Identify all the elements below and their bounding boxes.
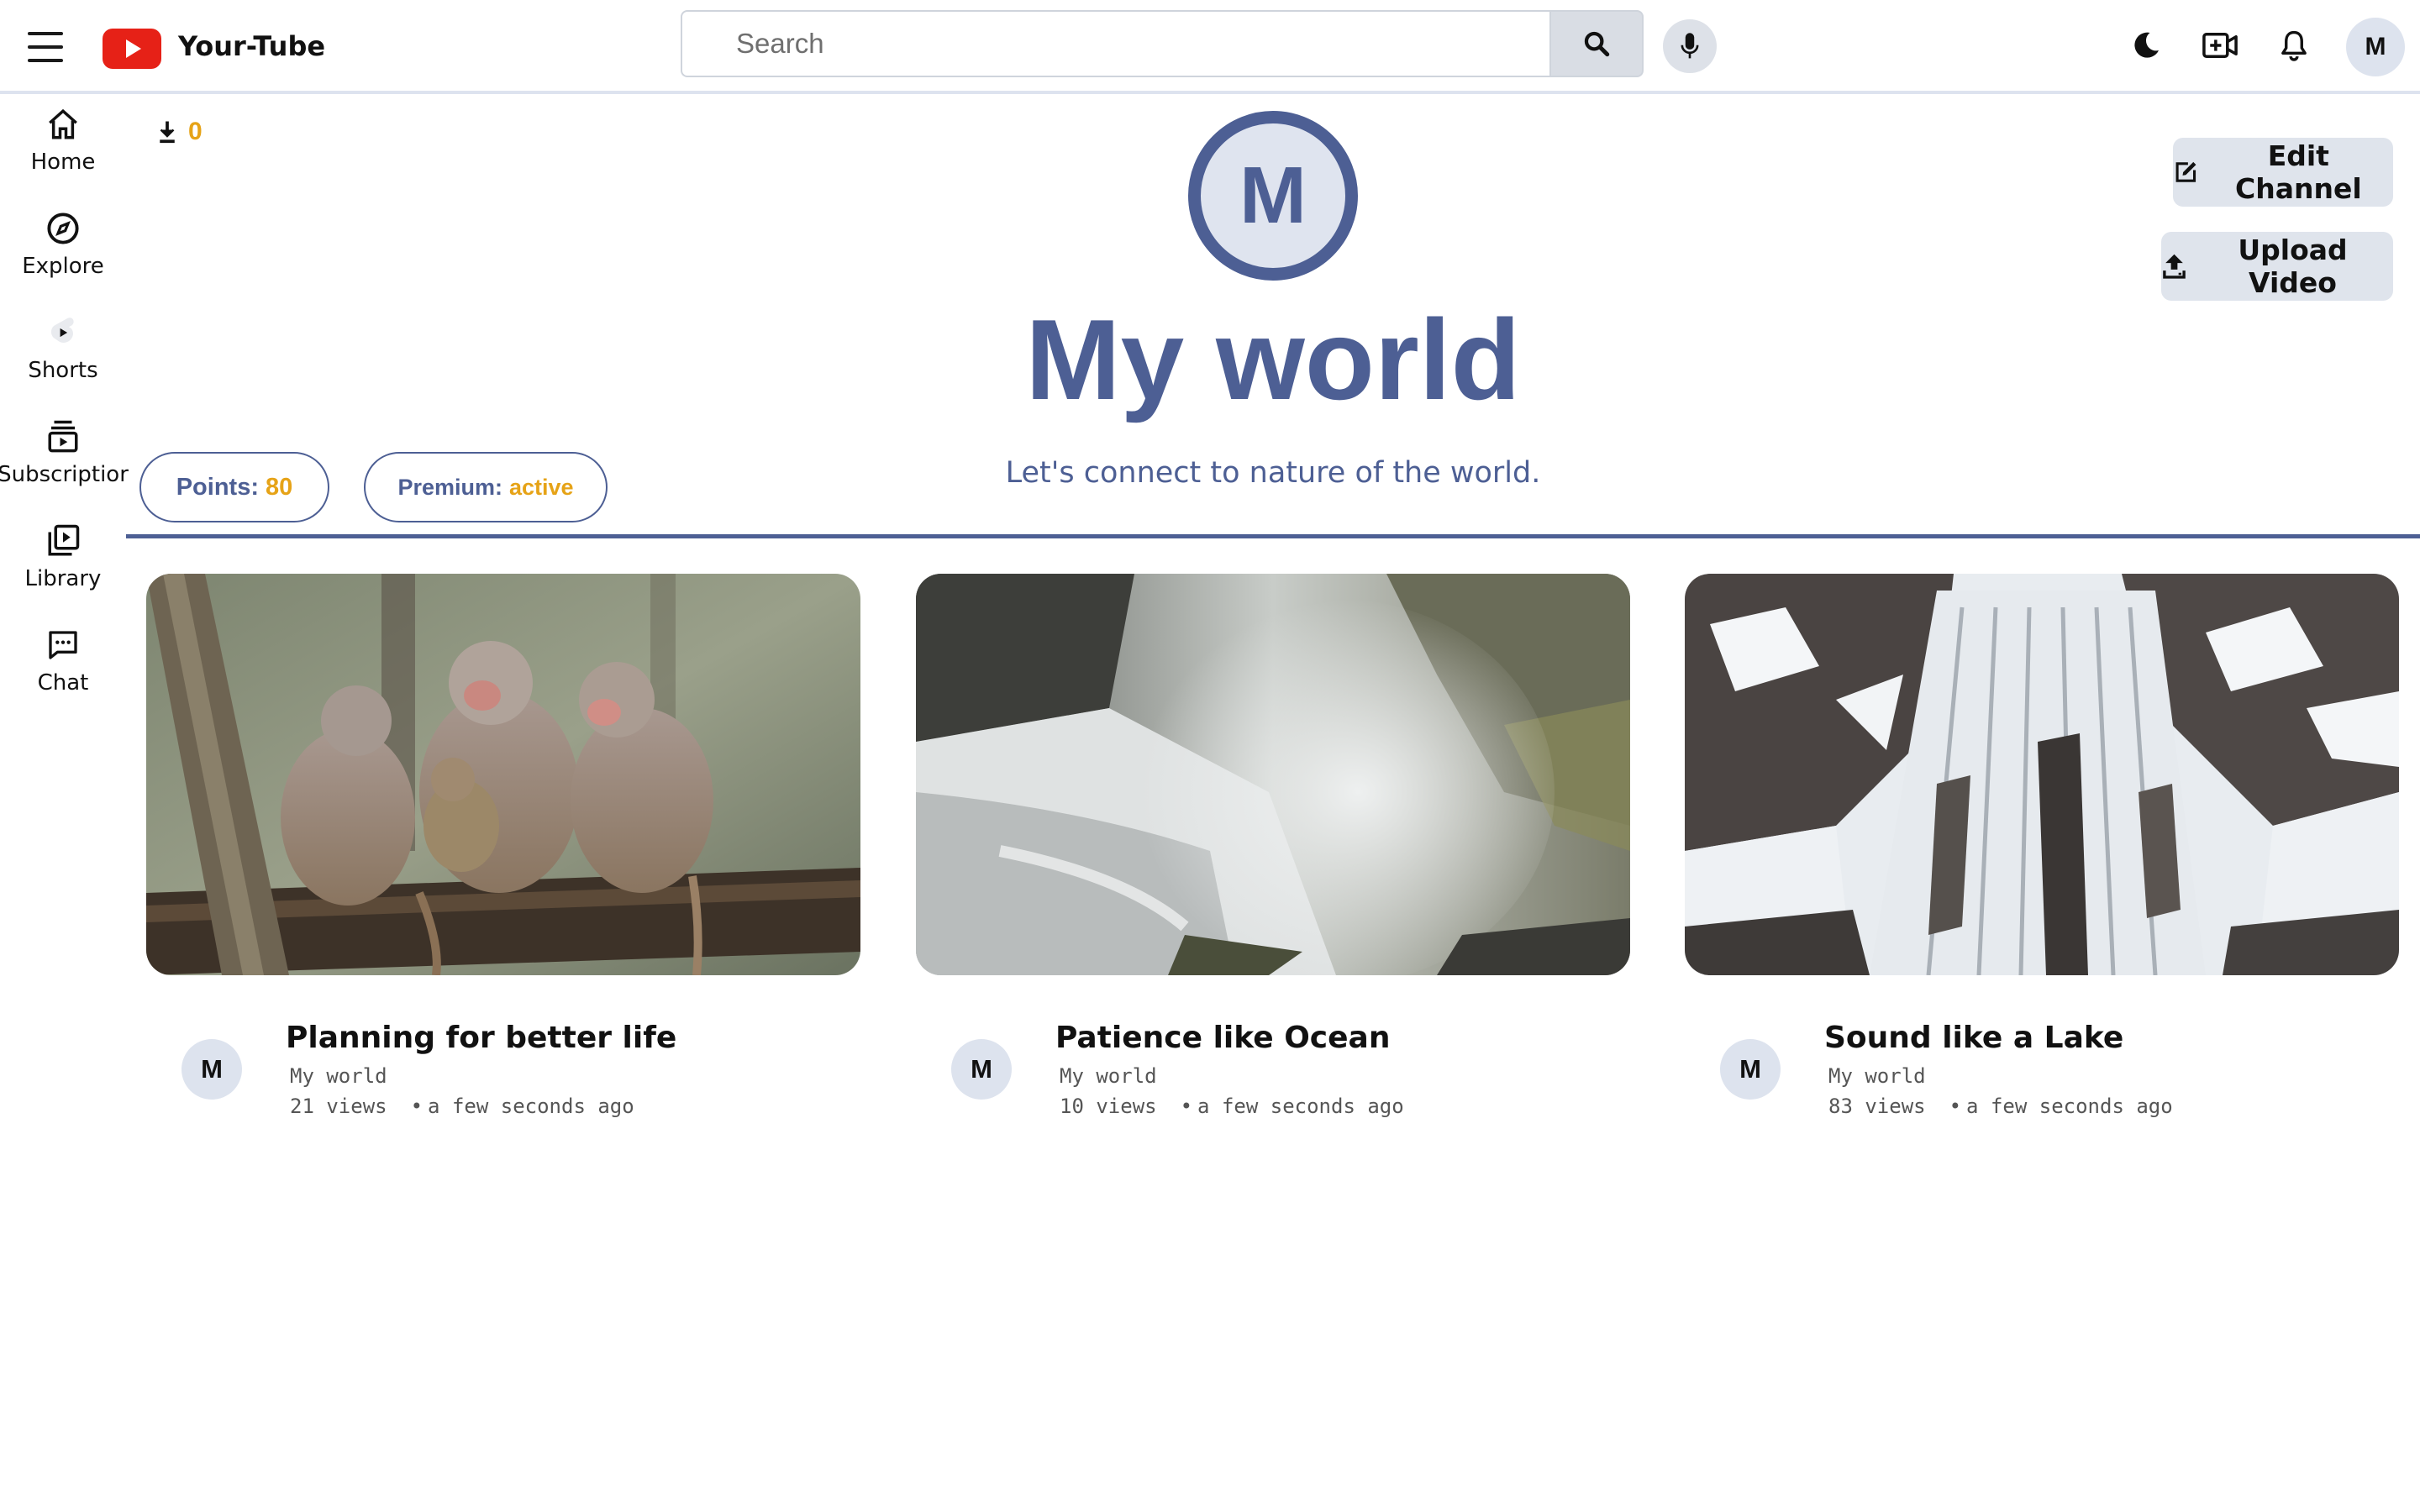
edit-channel-button[interactable]: Edit Channel	[2173, 138, 2393, 207]
video-time: a few seconds ago	[1966, 1095, 2173, 1118]
top-header: Your-Tube M	[0, 0, 2420, 94]
video-title[interactable]: Sound like a Lake	[1824, 1021, 2123, 1055]
points-label: Points:	[176, 473, 259, 501]
waterfall-thumbnail-image	[916, 574, 1630, 975]
video-views: 21 views	[290, 1095, 387, 1118]
upload-video-button[interactable]: Upload Video	[2161, 232, 2393, 301]
video-add-icon	[2202, 33, 2238, 58]
video-views: 10 views	[1060, 1095, 1157, 1118]
video-time: a few seconds ago	[428, 1095, 634, 1118]
premium-label: Premium:	[397, 474, 502, 500]
search-icon	[1584, 31, 1610, 57]
channel-avatar-small[interactable]: M	[1720, 1039, 1781, 1100]
create-video-button[interactable]	[2200, 25, 2240, 66]
sidebar-item-home[interactable]: Home	[0, 97, 126, 190]
channel-description: Let's connect to nature of the world.	[1005, 456, 1541, 490]
search-button[interactable]	[1549, 10, 1644, 77]
edit-channel-label: Edit Channel	[2234, 139, 2362, 205]
library-icon	[45, 522, 82, 559]
theme-toggle-button[interactable]	[2126, 25, 2166, 66]
home-icon	[45, 106, 82, 143]
video-card[interactable]: M Planning for better life My world 21 v…	[146, 574, 860, 1145]
video-views: 83 views	[1828, 1095, 1926, 1118]
sidebar-item-label: Library	[24, 566, 102, 591]
sidebar-item-label: Explore	[22, 254, 104, 279]
points-badge[interactable]: Points: 80	[139, 452, 329, 522]
menu-icon[interactable]	[28, 32, 63, 62]
video-channel-name[interactable]: My world	[1060, 1064, 1157, 1088]
sidebar-item-library[interactable]: Library	[0, 514, 126, 606]
voice-search-button[interactable]	[1663, 19, 1717, 73]
sidebar-item-label: Home	[30, 150, 96, 175]
edit-icon	[2175, 161, 2196, 182]
section-divider	[126, 534, 2420, 538]
chat-icon	[45, 627, 82, 664]
search-input[interactable]	[681, 10, 1549, 77]
notifications-button[interactable]	[2274, 25, 2314, 66]
separator-dot: •	[410, 1095, 424, 1118]
upload-icon	[2163, 254, 2186, 279]
bell-icon	[2281, 30, 2307, 61]
video-thumbnail[interactable]	[146, 574, 860, 975]
video-title[interactable]: Patience like Ocean	[1055, 1021, 1390, 1055]
video-thumbnail[interactable]	[916, 574, 1630, 975]
user-avatar[interactable]: M	[2346, 18, 2405, 76]
snowy-waterfall-thumbnail-image	[1685, 574, 2399, 975]
video-thumbnail[interactable]	[1685, 574, 2399, 975]
download-counter[interactable]: 0	[156, 118, 203, 146]
premium-value: active	[508, 474, 574, 500]
premium-badge[interactable]: Premium: active	[364, 452, 608, 522]
compass-icon	[45, 210, 82, 247]
points-value: 80	[266, 473, 293, 501]
video-channel-name[interactable]: My world	[290, 1064, 387, 1088]
channel-avatar-small[interactable]: M	[951, 1039, 1012, 1100]
video-card[interactable]: M Patience like Ocean My world 10 views •…	[916, 574, 1630, 1145]
video-meta: 10 views • a few seconds ago	[1060, 1095, 1404, 1118]
search-bar	[681, 10, 1644, 77]
app-title[interactable]: Your-Tube	[178, 30, 325, 62]
sidebar-item-chat[interactable]: Chat	[0, 618, 126, 711]
separator-dot: •	[1949, 1095, 1962, 1118]
video-time: a few seconds ago	[1197, 1095, 1404, 1118]
channel-avatar-small[interactable]: M	[182, 1039, 242, 1100]
sidebar-item-explore[interactable]: Explore	[0, 202, 126, 294]
sidebar-item-label: Chat	[37, 670, 89, 696]
channel-avatar: M	[1188, 111, 1358, 281]
video-card[interactable]: M Sound like a Lake My world 83 views • a …	[1685, 574, 2399, 1145]
download-icon	[160, 121, 175, 144]
moon-icon	[2134, 32, 2159, 58]
video-meta: 83 views • a few seconds ago	[1828, 1095, 2173, 1118]
video-channel-name[interactable]: My world	[1828, 1064, 1926, 1088]
baboons-thumbnail-image	[146, 574, 860, 975]
upload-video-label: Upload Video	[2238, 234, 2348, 299]
youtube-logo[interactable]	[103, 29, 161, 69]
video-meta: 21 views • a few seconds ago	[290, 1095, 634, 1118]
separator-dot: •	[1180, 1095, 1193, 1118]
channel-name: My world	[1025, 296, 1521, 423]
video-title[interactable]: Planning for better life	[286, 1021, 676, 1055]
microphone-icon	[1681, 33, 1699, 59]
download-count: 0	[188, 118, 203, 145]
